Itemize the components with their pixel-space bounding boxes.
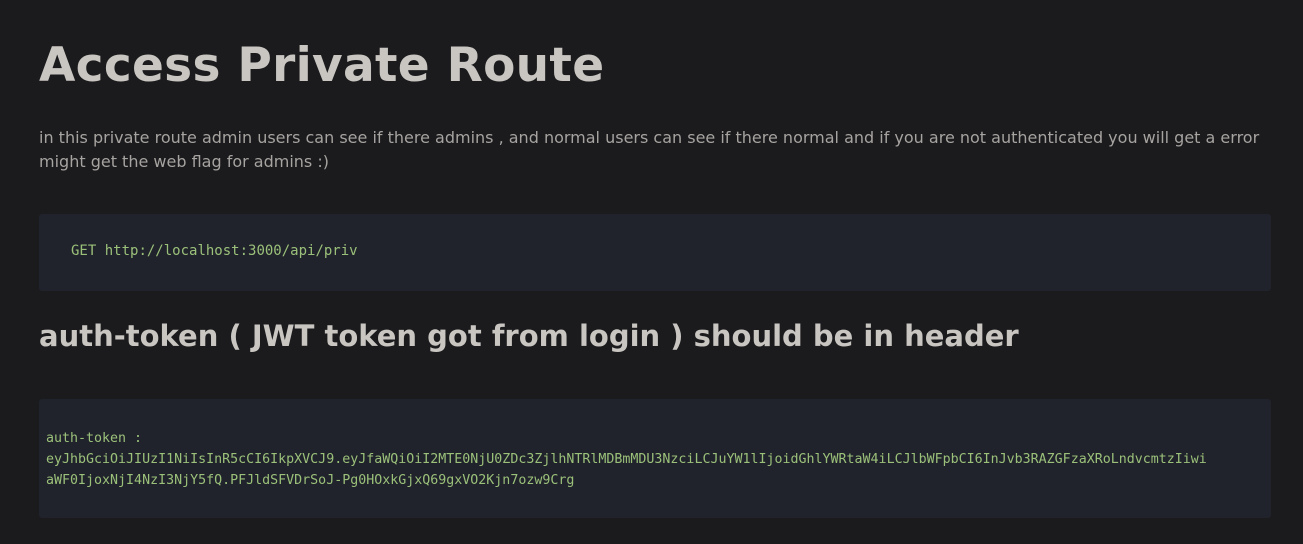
token-label: auth-token : [46, 431, 143, 446]
page-title: Access Private Route [39, 38, 605, 93]
request-code-block: GET http://localhost:3000/api/priv [39, 214, 1271, 291]
token-value-line-2: aWF0IjoxNjI4NzI3NjY5fQ.PFJldSFVDrSoJ-Pg0… [46, 473, 575, 488]
header-section-heading: auth-token ( JWT token got from login ) … [39, 319, 1019, 353]
request-line: GET http://localhost:3000/api/priv [71, 243, 358, 259]
token-value-line-1: eyJhbGciOiJIUzI1NiIsInR5cCI6IkpXVCJ9.eyJ… [46, 452, 1207, 467]
token-text: auth-token : eyJhbGciOiJIUzI1NiIsInR5cCI6… [46, 428, 1266, 491]
token-code-block: auth-token : eyJhbGciOiJIUzI1NiIsInR5cCI6… [39, 399, 1271, 518]
request-method: GET [71, 243, 97, 259]
request-url: http://localhost:3000/api/priv [104, 243, 358, 259]
route-description: in this private route admin users can se… [39, 128, 1260, 171]
